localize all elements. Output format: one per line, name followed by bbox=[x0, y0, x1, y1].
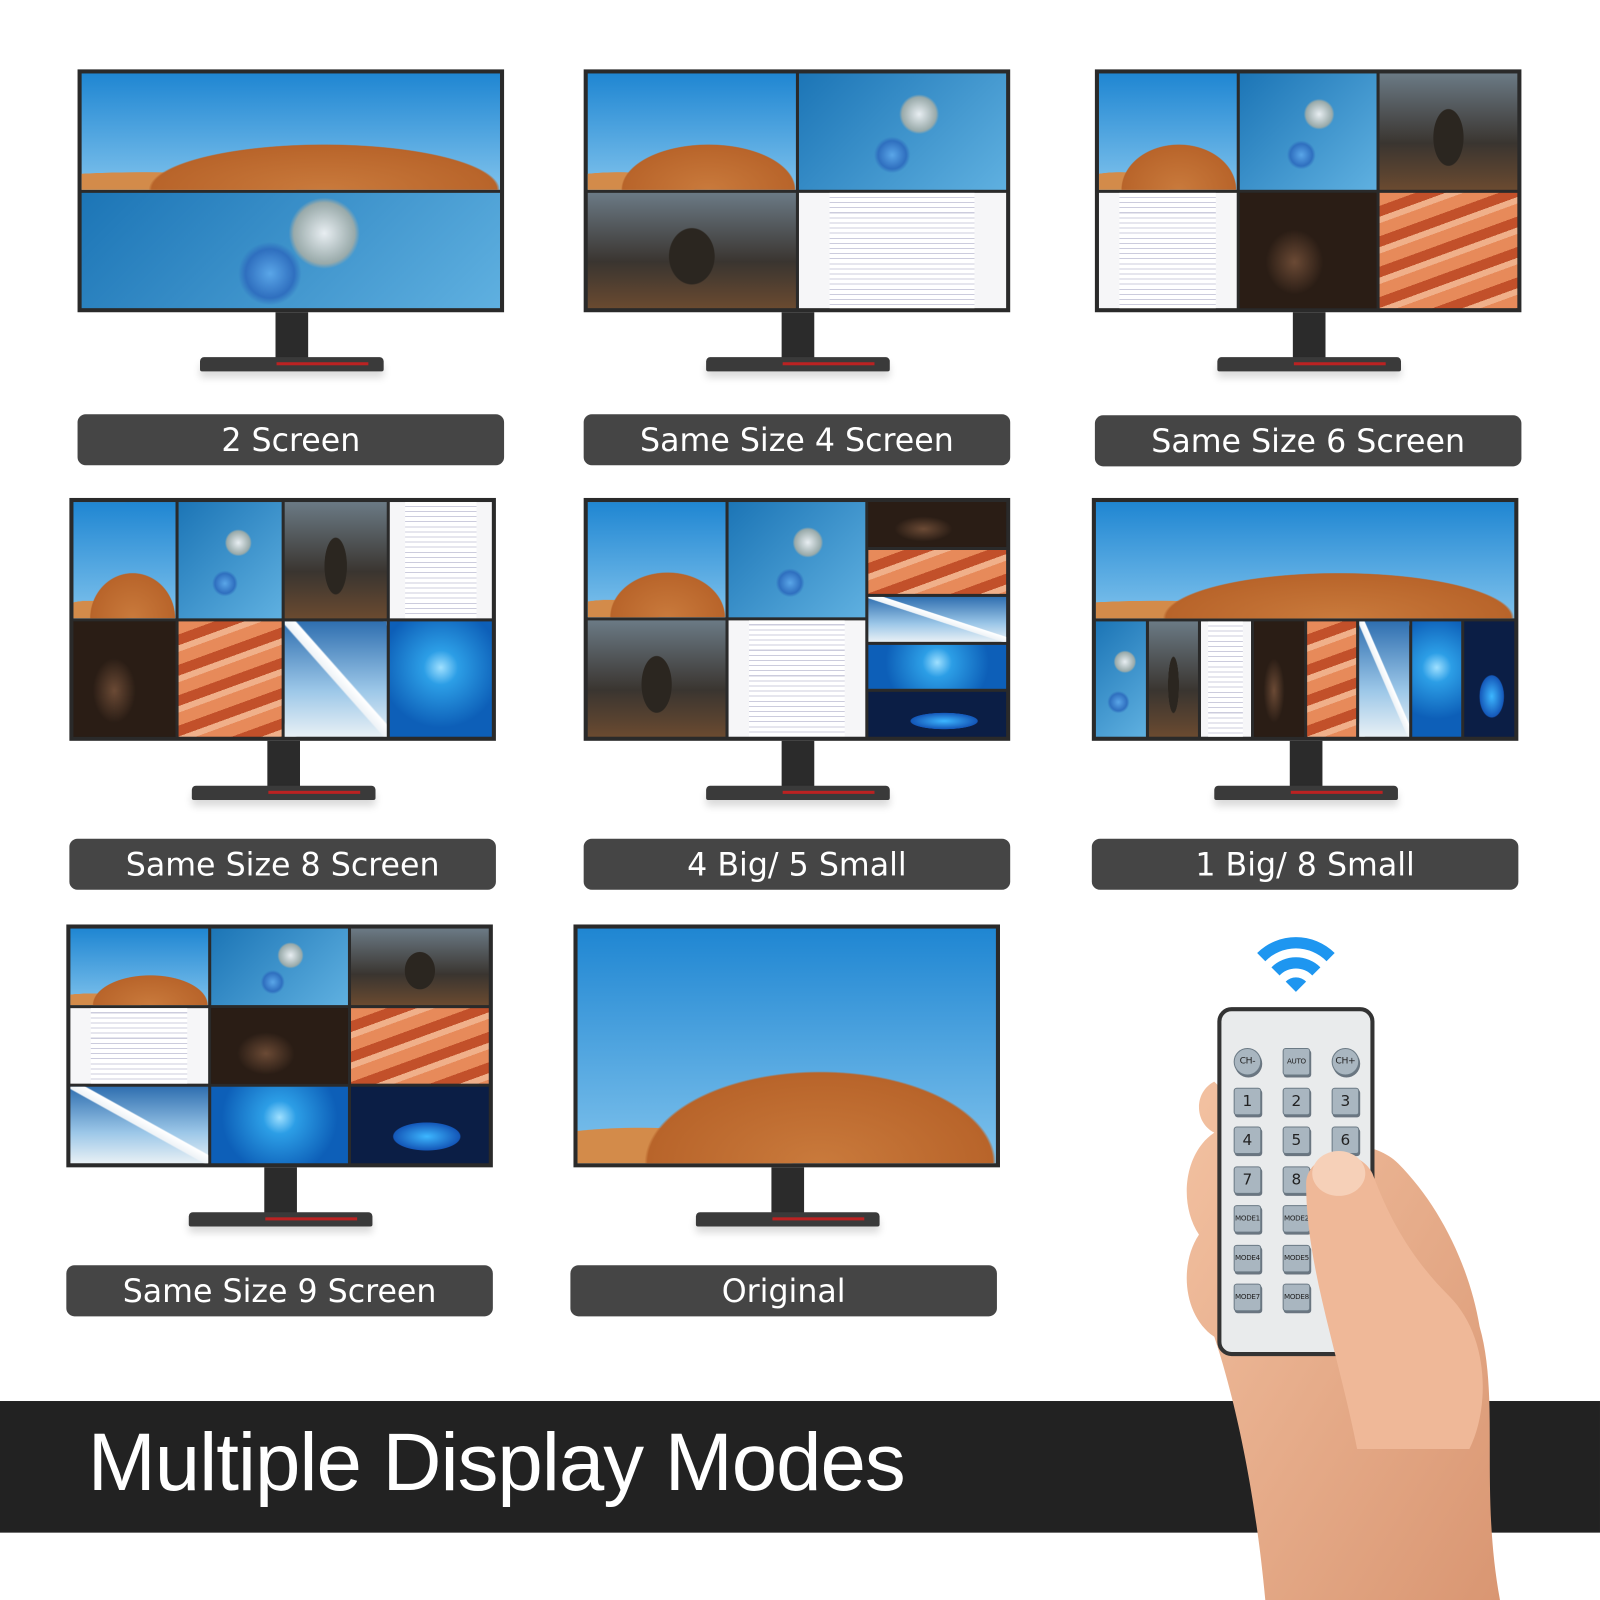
violin-thumbnail bbox=[868, 502, 1007, 547]
monitor-stand-neck bbox=[781, 312, 815, 364]
monitor-stand-neck bbox=[1292, 312, 1326, 364]
monitor-screen bbox=[66, 924, 493, 1168]
doc-thumbnail bbox=[1201, 620, 1251, 737]
city-thumbnail bbox=[1464, 620, 1515, 737]
water-thumbnail bbox=[389, 620, 492, 737]
display-modes-graphic: 2 Screen Same Size 4 Screen Same Size 6 Sc… bbox=[0, 0, 1600, 1600]
violin-thumbnail bbox=[210, 1007, 349, 1084]
remote-button[interactable]: CH- bbox=[1233, 1047, 1262, 1076]
monitor-screen bbox=[77, 69, 505, 313]
monitor-stand-base bbox=[706, 357, 890, 372]
water-thumbnail bbox=[868, 644, 1007, 690]
mode-label: Same Size 9 Screen bbox=[66, 1265, 493, 1317]
remote-button[interactable]: 2 bbox=[1282, 1087, 1311, 1115]
butterfly-thumbnail bbox=[728, 502, 866, 618]
canyon-thumbnail bbox=[351, 1007, 489, 1084]
remote-button[interactable]: CH+ bbox=[1331, 1047, 1360, 1076]
monitor-stand-base bbox=[1214, 785, 1398, 800]
soldier-thumbnail bbox=[587, 192, 796, 309]
water-thumbnail bbox=[210, 1087, 349, 1164]
doc-thumbnail bbox=[1098, 192, 1237, 309]
desert-thumbnail bbox=[577, 928, 996, 1164]
mode-label: 1 Big/ 8 Small bbox=[1091, 838, 1519, 890]
remote-button[interactable]: 1 bbox=[1233, 1087, 1262, 1115]
butterfly-thumbnail bbox=[210, 928, 349, 1005]
soldier-thumbnail bbox=[587, 620, 726, 737]
monitor-stand-base bbox=[706, 785, 890, 800]
monitor-stand-neck bbox=[275, 312, 309, 364]
mode-label: Original bbox=[570, 1265, 997, 1317]
city-thumbnail bbox=[868, 692, 1007, 737]
violin-thumbnail bbox=[73, 620, 176, 737]
soldier-thumbnail bbox=[1379, 73, 1518, 190]
doc-thumbnail bbox=[70, 1007, 208, 1084]
remote-button[interactable]: AUTO bbox=[1282, 1047, 1311, 1076]
canyon-thumbnail bbox=[868, 549, 1007, 595]
remote-button[interactable]: MODE7 bbox=[1233, 1283, 1262, 1312]
soldier-thumbnail bbox=[351, 928, 489, 1005]
doc-thumbnail bbox=[389, 502, 492, 618]
monitor-stand-base bbox=[695, 1212, 880, 1227]
remote-button[interactable]: 7 bbox=[1233, 1165, 1262, 1194]
canyon-thumbnail bbox=[1306, 620, 1357, 737]
mountain-thumbnail bbox=[1359, 620, 1409, 737]
monitor-stand-base bbox=[191, 785, 376, 800]
mountain-thumbnail bbox=[284, 620, 387, 737]
mode-label: Same Size 8 Screen bbox=[69, 838, 496, 890]
desert-thumbnail bbox=[73, 502, 176, 618]
remote-button[interactable]: 3 bbox=[1331, 1087, 1360, 1115]
monitor-stand-neck bbox=[771, 1167, 805, 1219]
desert-thumbnail bbox=[81, 73, 500, 190]
desert-thumbnail bbox=[70, 928, 208, 1005]
canyon-thumbnail bbox=[178, 620, 282, 737]
remote-button[interactable]: MODE1 bbox=[1233, 1205, 1262, 1233]
banner-title: Multiple Display Modes bbox=[87, 1416, 906, 1508]
mode-label: 2 Screen bbox=[77, 414, 505, 466]
mode-label: 4 Big/ 5 Small bbox=[583, 838, 1011, 890]
desert-thumbnail bbox=[1095, 502, 1515, 618]
butterfly-thumbnail bbox=[1239, 73, 1377, 190]
butterfly-thumbnail bbox=[178, 502, 282, 618]
violin-thumbnail bbox=[1239, 192, 1377, 309]
remote-button[interactable]: MODE4 bbox=[1233, 1244, 1262, 1272]
monitor-stand-base bbox=[188, 1212, 373, 1227]
monitor-stand-base bbox=[199, 357, 384, 372]
butterfly-thumbnail bbox=[81, 192, 500, 309]
violin-thumbnail bbox=[1253, 620, 1304, 737]
mountain-thumbnail bbox=[868, 597, 1007, 642]
doc-thumbnail bbox=[798, 192, 1007, 309]
mountain-thumbnail bbox=[70, 1087, 208, 1164]
water-thumbnail bbox=[1411, 620, 1462, 737]
desert-thumbnail bbox=[587, 502, 726, 618]
soldier-thumbnail bbox=[284, 502, 387, 618]
monitor-stand-neck bbox=[264, 1167, 297, 1219]
monitor-screen bbox=[1091, 497, 1519, 741]
butterfly-thumbnail bbox=[798, 73, 1007, 190]
monitor-screen bbox=[1094, 69, 1522, 313]
mode-label: Same Size 4 Screen bbox=[583, 414, 1011, 466]
monitor-screen bbox=[583, 497, 1011, 741]
soldier-thumbnail bbox=[1148, 620, 1199, 737]
desert-thumbnail bbox=[587, 73, 796, 190]
wifi-icon bbox=[1257, 937, 1335, 992]
monitor-stand-neck bbox=[781, 740, 815, 792]
remote-button[interactable]: 4 bbox=[1233, 1126, 1262, 1155]
monitor-stand-neck bbox=[267, 740, 300, 792]
canyon-thumbnail bbox=[1379, 192, 1518, 309]
desert-thumbnail bbox=[1098, 73, 1237, 190]
monitor-screen bbox=[69, 497, 496, 741]
mode-label: Same Size 6 Screen bbox=[1094, 415, 1522, 467]
monitor-stand-neck bbox=[1289, 740, 1323, 792]
thumb-image bbox=[1306, 1151, 1483, 1449]
monitor-stand-base bbox=[1217, 357, 1402, 372]
doc-thumbnail bbox=[728, 620, 866, 737]
butterfly-thumbnail bbox=[1095, 620, 1146, 737]
city-thumbnail bbox=[351, 1087, 489, 1164]
monitor-screen bbox=[573, 924, 1000, 1168]
monitor-screen bbox=[583, 69, 1011, 313]
